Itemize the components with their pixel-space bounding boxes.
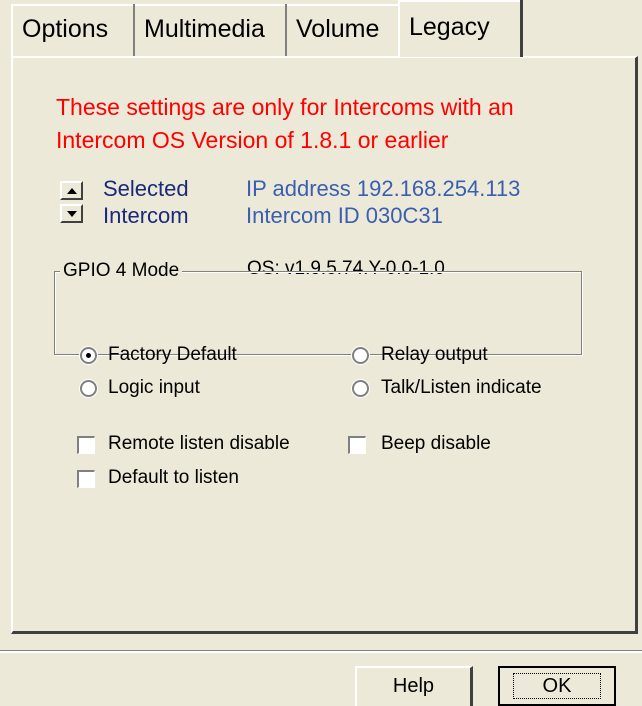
radio-label-factory-default: Factory Default [108,344,237,365]
checkbox-default-to-listen[interactable] [77,470,95,488]
tab-label: Legacy [409,13,490,41]
ok-button-label: OK [513,673,601,699]
warning-line-1: These settings are only for Intercoms wi… [56,94,514,120]
footer-separator-highlight [0,651,642,653]
help-button-label: Help [392,675,435,697]
radio-label-relay-output: Relay output [381,344,488,365]
radio-logic-input[interactable] [80,380,97,397]
selector-label-intercom: Intercom [103,203,189,228]
warning-line-2: Intercom OS Version of 1.8.1 or earlier [56,127,449,153]
tab-options[interactable]: Options [11,4,135,56]
checkbox-label-default-to-listen: Default to listen [108,467,239,488]
checkbox-remote-listen-disable[interactable] [77,436,95,454]
spin-up-button[interactable] [60,181,83,200]
gpio-group-label: GPIO 4 Mode [60,260,183,282]
tab-label: Volume [296,15,380,43]
intercom-id: Intercom ID 030C31 [246,203,443,228]
tab-multimedia[interactable]: Multimedia [135,4,287,56]
tab-label: Multimedia [144,15,265,43]
gpio-mode-group [54,271,582,355]
tab-legacy[interactable]: Legacy [398,0,523,57]
radio-label-logic-input: Logic input [108,377,200,398]
radio-talk-listen-indicate[interactable] [352,380,369,397]
ip-address: IP address 192.168.254.113 [246,176,521,201]
radio-factory-default[interactable] [80,347,97,364]
checkbox-label-remote-listen-disable: Remote listen disable [108,433,290,454]
tab-volume[interactable]: Volume [287,4,402,56]
tab-label: Options [22,15,109,43]
radio-relay-output[interactable] [352,347,369,364]
selector-label-selected: Selected [103,176,189,201]
checkbox-beep-disable[interactable] [348,436,366,454]
help-button[interactable]: Help [355,666,473,706]
radio-label-talk-listen-indicate: Talk/Listen indicate [381,377,542,398]
checkbox-label-beep-disable: Beep disable [381,433,491,454]
spin-down-button[interactable] [60,204,83,223]
ok-button[interactable]: OK [498,666,616,706]
